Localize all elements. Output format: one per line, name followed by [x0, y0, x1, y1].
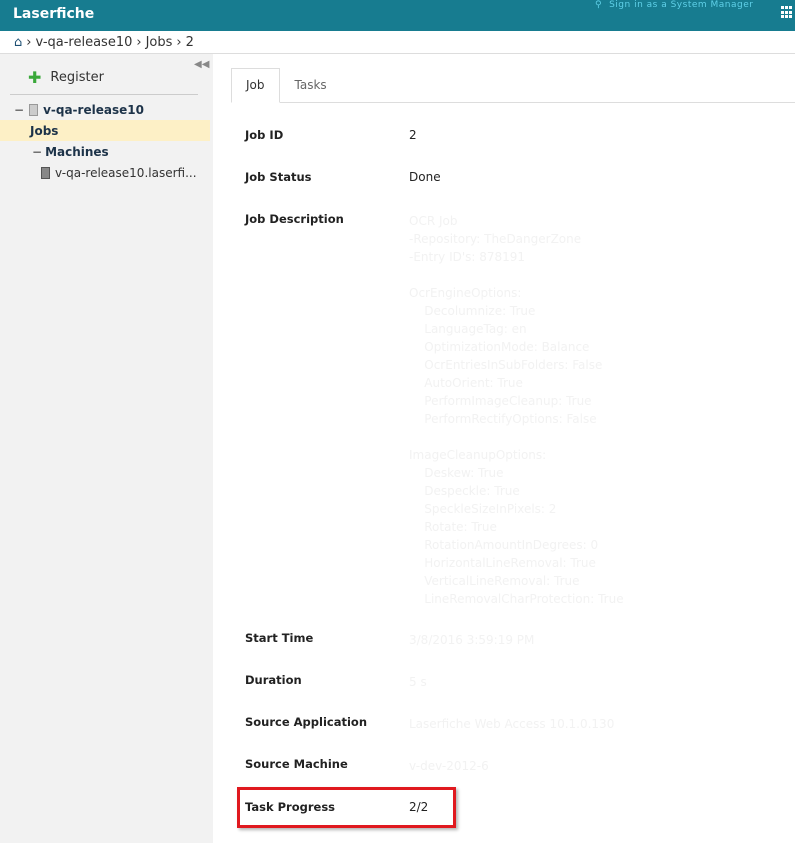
- field-value: 5 s: [409, 675, 427, 689]
- field-label: Source Machine: [245, 757, 348, 771]
- field-value: v-dev-2012-6: [409, 759, 489, 773]
- sign-in-label: Sign in as a System Manager: [609, 0, 754, 10]
- machine-icon: [41, 166, 50, 179]
- tab-tasks[interactable]: Tasks: [280, 68, 342, 102]
- highlight-box: [237, 787, 456, 828]
- tree-label: Jobs: [30, 123, 59, 138]
- sidebar: ◀◀ ✚ Register − v-qa-release10 Jobs − Machi…: [0, 54, 213, 843]
- field-label: Job Description: [245, 212, 344, 226]
- field-source-machine: Source Machine v-dev-2012-6: [245, 757, 489, 775]
- field-duration: Duration 5 s: [245, 673, 427, 691]
- field-value: Done: [409, 170, 441, 184]
- field-job-id: Job ID 2: [245, 128, 417, 142]
- breadcrumb: ⌂ › v-qa-release10 › Jobs › 2: [0, 31, 795, 54]
- home-icon[interactable]: ⌂: [14, 35, 22, 50]
- tree-label: Machines: [45, 144, 109, 159]
- laserfiche-logo: Laserfiche: [13, 6, 95, 22]
- tree-item-jobs[interactable]: Jobs: [0, 120, 210, 141]
- tree-item-machine[interactable]: v-qa-release10.laserfi...: [0, 162, 210, 183]
- tab-bar: Job Tasks: [231, 68, 795, 103]
- sign-in-link[interactable]: ⚲ Sign in as a System Manager: [595, 0, 753, 10]
- field-job-status: Job Status Done: [245, 170, 441, 184]
- field-source-application: Source Application Laserfiche Web Access …: [245, 715, 614, 733]
- chevron-icon: ›: [136, 34, 142, 50]
- breadcrumb-jobs[interactable]: Jobs: [146, 35, 173, 50]
- register-label: Register: [50, 70, 104, 85]
- server-icon: [29, 103, 39, 116]
- tab-job[interactable]: Job: [231, 68, 280, 103]
- tree-label: v-qa-release10: [43, 102, 144, 117]
- register-button[interactable]: ✚ Register: [28, 68, 104, 87]
- top-bar: Laserfiche ⚲ Sign in as a System Manager: [0, 0, 795, 31]
- field-start-time: Start Time 3/8/2016 3:59:19 PM: [245, 631, 534, 649]
- main-panel: Job Tasks Job ID 2 Job Status Done Job Des…: [213, 54, 795, 843]
- field-value: Laserfiche Web Access 10.1.0.130: [409, 717, 615, 731]
- collapse-icon[interactable]: −: [32, 145, 42, 159]
- tree-item-machines[interactable]: − Machines: [0, 141, 210, 162]
- field-value: 2: [409, 128, 417, 142]
- field-label: Job ID: [245, 128, 284, 142]
- collapse-icon[interactable]: −: [14, 103, 24, 117]
- nav-tree: − v-qa-release10 Jobs − Machines v-qa-rele…: [0, 99, 210, 183]
- field-job-description: Job Description OCR Job -Repository: TheD…: [245, 212, 624, 608]
- tree-item-server[interactable]: − v-qa-release10: [0, 99, 210, 120]
- app-grid-icon[interactable]: [781, 6, 794, 19]
- chevron-icon: ›: [26, 34, 32, 50]
- tree-label: v-qa-release10.laserfi...: [55, 165, 197, 180]
- field-value: 3/8/2016 3:59:19 PM: [409, 633, 535, 647]
- chevron-icon: ›: [176, 34, 182, 50]
- field-label: Source Application: [245, 715, 368, 729]
- breadcrumb-job: 2: [185, 34, 194, 50]
- field-label: Start Time: [245, 631, 314, 645]
- divider: [10, 94, 198, 95]
- field-label: Job Status: [245, 170, 312, 184]
- breadcrumb-server[interactable]: v-qa-release10: [35, 35, 132, 50]
- user-icon: ⚲: [595, 0, 603, 10]
- field-value: OCR Job -Repository: TheDangerZone -Entr…: [409, 214, 624, 606]
- field-label: Duration: [245, 673, 302, 687]
- plus-icon: ✚: [28, 68, 42, 87]
- collapse-sidebar-icon[interactable]: ◀◀: [194, 59, 209, 70]
